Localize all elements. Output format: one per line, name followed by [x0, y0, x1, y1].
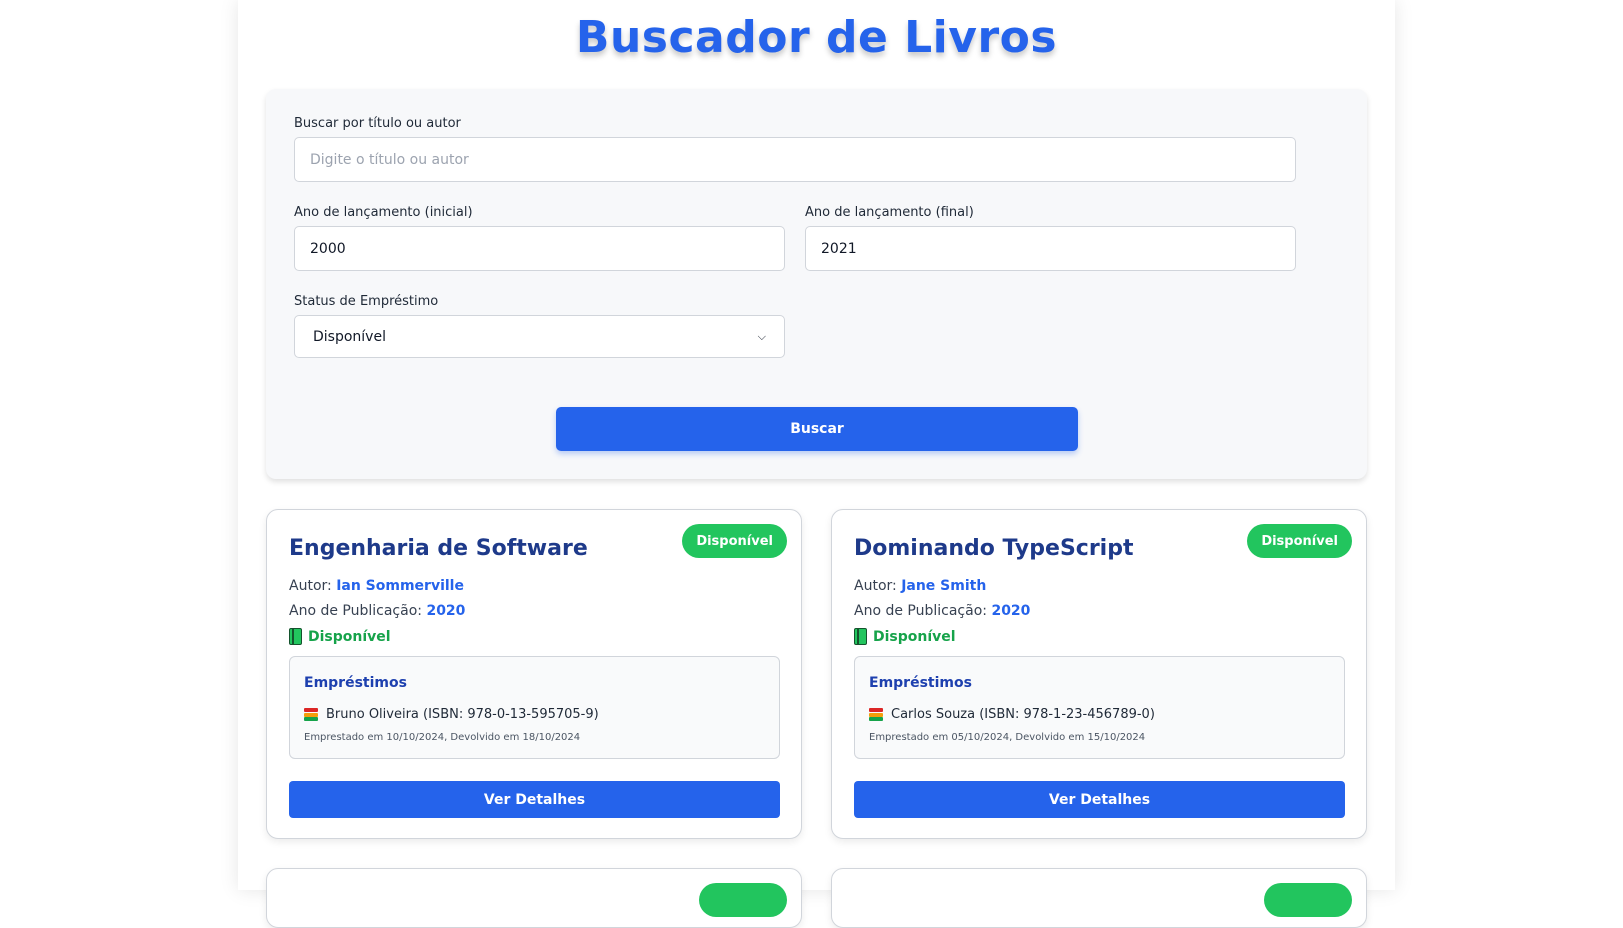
loan-text: Bruno Oliveira (ISBN: 978-0-13-595705-9)	[326, 707, 599, 722]
search-button[interactable]: Buscar	[556, 407, 1078, 451]
loan-entry: Carlos Souza (ISBN: 978-1-23-456789-0)	[869, 707, 1155, 722]
author-label: Autor:	[289, 578, 332, 594]
book-card: Disponível Dominando TypeScript Autor: J…	[831, 509, 1367, 839]
loan-dates: Emprestado em 05/10/2024, Devolvido em 1…	[869, 732, 1146, 743]
availability-text: Disponível	[308, 628, 391, 645]
loans-box: Empréstimos Bruno Oliveira (ISBN: 978-0-…	[289, 656, 780, 759]
loans-box: Empréstimos Carlos Souza (ISBN: 978-1-23…	[854, 656, 1345, 759]
search-panel: Buscar por título ou autor Ano de lançam…	[266, 89, 1367, 479]
year-start-label: Ano de lançamento (inicial)	[294, 205, 473, 220]
book-title: Engenharia de Software	[289, 536, 588, 561]
availability-status: Disponível	[289, 628, 391, 645]
book-card: Disponível Engenharia de Software Autor:…	[266, 509, 802, 839]
details-button[interactable]: Ver Detalhes	[289, 781, 780, 818]
loan-text: Carlos Souza (ISBN: 978-1-23-456789-0)	[891, 707, 1155, 722]
status-badge	[699, 883, 787, 917]
books-stack-icon	[304, 708, 318, 721]
loans-title: Empréstimos	[869, 675, 972, 691]
book-year: Ano de Publicação: 2020	[854, 603, 1030, 619]
status-badge	[1264, 883, 1352, 917]
book-year: Ano de Publicação: 2020	[289, 603, 465, 619]
loan-entry: Bruno Oliveira (ISBN: 978-0-13-595705-9)	[304, 707, 599, 722]
availability-text: Disponível	[873, 628, 956, 645]
year-value: 2020	[991, 603, 1031, 619]
author-name: Ian Sommerville	[336, 578, 464, 594]
green-book-icon	[289, 628, 302, 645]
details-button[interactable]: Ver Detalhes	[854, 781, 1345, 818]
book-card-partial	[266, 868, 802, 928]
availability-status: Disponível	[854, 628, 956, 645]
book-author: Autor: Jane Smith	[854, 578, 986, 594]
loan-dates: Emprestado em 10/10/2024, Devolvido em 1…	[304, 732, 581, 743]
loans-title: Empréstimos	[304, 675, 407, 691]
year-label: Ano de Publicação:	[854, 603, 987, 619]
status-badge: Disponível	[1247, 524, 1352, 558]
search-query-label: Buscar por título ou autor	[294, 116, 461, 131]
year-start-input[interactable]	[294, 226, 785, 271]
book-card-partial	[831, 868, 1367, 928]
chevron-down-icon: ⌵	[757, 329, 766, 343]
search-input[interactable]	[294, 137, 1296, 182]
status-select-value: Disponível	[313, 328, 386, 345]
green-book-icon	[854, 628, 867, 645]
status-label: Status de Empréstimo	[294, 294, 439, 309]
page-title: Buscador de Livros	[575, 12, 1058, 63]
page-container: Buscador de Livros Buscar por título ou …	[238, 0, 1395, 928]
books-stack-icon	[869, 708, 883, 721]
year-label: Ano de Publicação:	[289, 603, 422, 619]
status-badge: Disponível	[682, 524, 787, 558]
status-select[interactable]: Disponível ⌵	[294, 315, 785, 358]
author-label: Autor:	[854, 578, 897, 594]
year-value: 2020	[426, 603, 466, 619]
year-end-input[interactable]	[805, 226, 1296, 271]
book-title: Dominando TypeScript	[854, 536, 1134, 561]
author-name: Jane Smith	[901, 578, 987, 594]
book-author: Autor: Ian Sommerville	[289, 578, 464, 594]
year-end-label: Ano de lançamento (final)	[805, 205, 974, 220]
